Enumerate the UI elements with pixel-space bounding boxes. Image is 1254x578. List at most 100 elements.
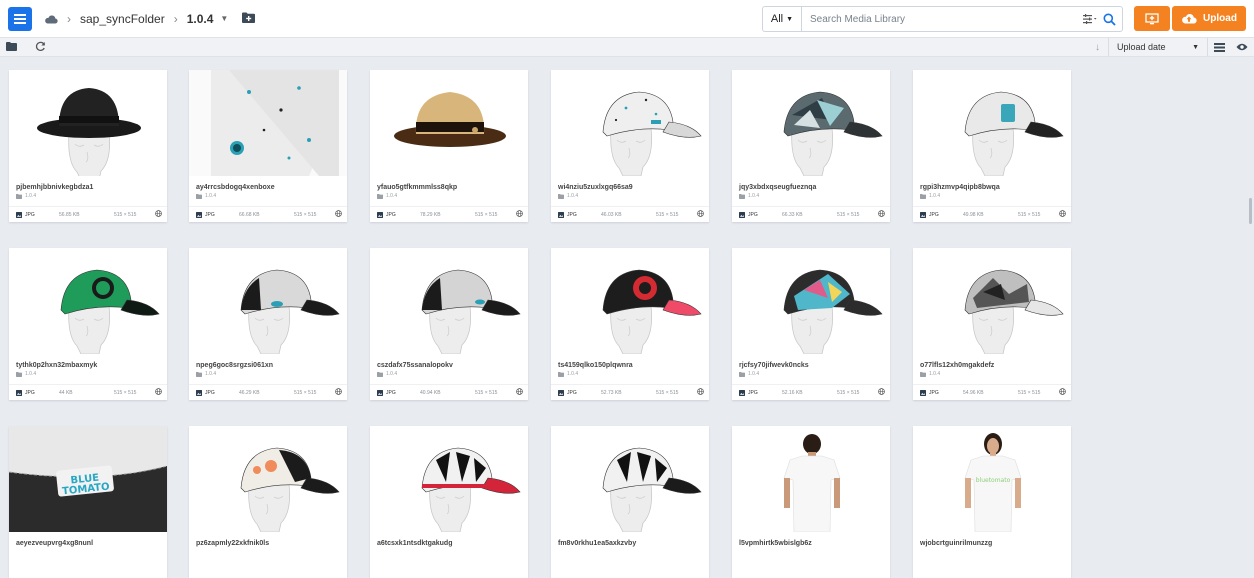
eye-icon[interactable] xyxy=(1230,43,1254,51)
asset-name[interactable]: o77lfls12xh0mgakdefz xyxy=(920,362,994,369)
globe-icon[interactable] xyxy=(155,210,162,219)
globe-icon[interactable] xyxy=(878,210,885,219)
asset-name[interactable]: ay4rrcsbdogq4xenboxe xyxy=(196,184,275,191)
asset-thumbnail[interactable] xyxy=(732,70,890,176)
asset-thumbnail[interactable] xyxy=(913,248,1071,354)
asset-card[interactable]: cszdafx75ssanalopokv 1.0.4 JPG 40.94 KB … xyxy=(370,248,528,400)
asset-thumbnail[interactable]: bluetomato xyxy=(913,426,1071,532)
asset-thumbnail[interactable]: BLUE TOMATO xyxy=(9,426,167,532)
asset-card[interactable]: wi4nziu5zuxlxgq66sa9 1.0.4 JPG 46.03 KB … xyxy=(551,70,709,222)
asset-thumbnail[interactable] xyxy=(189,426,347,532)
asset-dimensions: 515 × 515 xyxy=(114,212,137,218)
asset-name[interactable]: rgpi3hzmvp4qipb8bwqa xyxy=(920,184,1000,191)
asset-type: JPG xyxy=(739,390,758,396)
asset-folder-label: 1.0.4 xyxy=(748,371,760,377)
advanced-filter-button[interactable] xyxy=(1083,14,1099,24)
asset-thumbnail[interactable] xyxy=(732,248,890,354)
asset-name[interactable]: cszdafx75ssanalopokv xyxy=(377,362,453,369)
asset-type: JPG xyxy=(558,390,577,396)
asset-name[interactable]: npeg6goc8srgzsi061xn xyxy=(196,362,273,369)
asset-thumbnail[interactable] xyxy=(370,248,528,354)
present-button[interactable] xyxy=(1134,6,1170,31)
search-filter-dropdown[interactable]: All ▼ xyxy=(763,7,802,31)
refresh-icon[interactable] xyxy=(35,40,46,55)
cloud-icon[interactable] xyxy=(44,14,58,24)
breadcrumb: › sap_syncFolder › 1.0.4 ▼ xyxy=(44,12,256,26)
arrow-down-icon[interactable]: ↓ xyxy=(1095,42,1100,53)
asset-card[interactable]: BLUE TOMATO aeyezveupvrg4xg8nunl xyxy=(9,426,167,578)
search-input[interactable] xyxy=(808,8,1083,30)
sort-label: Upload date xyxy=(1117,42,1166,52)
asset-size: 46.03 KB xyxy=(601,212,622,218)
asset-thumbnail[interactable] xyxy=(551,248,709,354)
asset-card[interactable]: bluetomato wjobcrtguinrilmunzzg xyxy=(913,426,1071,578)
asset-thumbnail[interactable] xyxy=(9,70,167,176)
asset-name[interactable]: rjcfsy70jifwevk0ncks xyxy=(739,362,809,369)
asset-card[interactable]: l5vpmhirtk5wbislgb6z xyxy=(732,426,890,578)
asset-card[interactable]: tythk0p2hxn32mbaxmyk 1.0.4 JPG 44 KB 515… xyxy=(9,248,167,400)
asset-card[interactable]: rjcfsy70jifwevk0ncks 1.0.4 JPG 52.16 KB … xyxy=(732,248,890,400)
asset-card[interactable]: pz6zapmly22xkfnik0ls xyxy=(189,426,347,578)
globe-icon[interactable] xyxy=(1059,388,1066,397)
asset-card[interactable]: ts4159qlko150plqwnra 1.0.4 JPG 52.73 KB … xyxy=(551,248,709,400)
asset-name[interactable]: pjbemhjbbnivkegbdza1 xyxy=(16,184,93,191)
asset-thumbnail[interactable] xyxy=(370,426,528,532)
asset-thumbnail[interactable] xyxy=(189,248,347,354)
asset-card[interactable]: fm8v0rkhu1ea5axkzvby xyxy=(551,426,709,578)
asset-thumbnail[interactable] xyxy=(732,426,890,532)
present-icon xyxy=(1145,12,1159,24)
globe-icon[interactable] xyxy=(878,388,885,397)
breadcrumb-root[interactable]: sap_syncFolder xyxy=(80,12,165,26)
sort-select[interactable]: Upload date ▼ xyxy=(1108,38,1208,56)
globe-icon[interactable] xyxy=(516,210,523,219)
asset-name[interactable]: yfauo5gtfkmmmlss8qkp xyxy=(377,184,457,191)
image-icon xyxy=(558,390,564,396)
asset-type-label: JPG xyxy=(748,390,758,396)
globe-icon[interactable] xyxy=(516,388,523,397)
asset-thumbnail[interactable] xyxy=(370,70,528,176)
asset-type-label: JPG xyxy=(386,212,396,218)
asset-thumbnail[interactable] xyxy=(913,70,1071,176)
menu-button[interactable] xyxy=(8,6,32,31)
asset-card[interactable]: pjbemhjbbnivkegbdza1 1.0.4 JPG 56.85 KB … xyxy=(9,70,167,222)
asset-card[interactable]: rgpi3hzmvp4qipb8bwqa 1.0.4 JPG 49.98 KB … xyxy=(913,70,1071,222)
globe-icon[interactable] xyxy=(1059,210,1066,219)
asset-card[interactable]: jqy3xbdxqseugfueznqa 1.0.4 JPG 66.33 KB … xyxy=(732,70,890,222)
folder-icon xyxy=(16,193,22,199)
asset-thumbnail[interactable] xyxy=(551,70,709,176)
chevron-down-icon[interactable]: ▼ xyxy=(220,14,228,23)
asset-thumbnail[interactable] xyxy=(551,426,709,532)
scrollbar-thumb[interactable] xyxy=(1249,198,1252,224)
list-view-icon[interactable] xyxy=(1208,42,1230,52)
upload-button[interactable]: Upload xyxy=(1172,6,1246,31)
folder-icon[interactable] xyxy=(6,38,17,56)
asset-card[interactable]: o77lfls12xh0mgakdefz 1.0.4 JPG 54.96 KB … xyxy=(913,248,1071,400)
asset-thumbnail[interactable] xyxy=(189,70,347,176)
asset-card[interactable]: a6tcsxk1ntsdktgakudg xyxy=(370,426,528,578)
asset-card[interactable]: yfauo5gtfkmmmlss8qkp 1.0.4 JPG 78.29 KB … xyxy=(370,70,528,222)
asset-name[interactable]: wi4nziu5zuxlxgq66sa9 xyxy=(558,184,633,191)
asset-type: JPG xyxy=(16,212,35,218)
globe-icon[interactable] xyxy=(697,388,704,397)
asset-thumbnail[interactable] xyxy=(9,248,167,354)
asset-name[interactable]: ts4159qlko150plqwnra xyxy=(558,362,633,369)
folder-icon xyxy=(920,371,926,377)
asset-type-label: JPG xyxy=(929,212,939,218)
asset-name[interactable]: jqy3xbdxqseugfueznqa xyxy=(739,184,816,191)
folder-plus-icon[interactable] xyxy=(242,12,256,26)
asset-name[interactable]: tythk0p2hxn32mbaxmyk xyxy=(16,362,97,369)
search-button[interactable] xyxy=(1103,13,1116,26)
asset-card[interactable]: ay4rrcsbdogq4xenboxe 1.0.4 JPG 66.68 KB … xyxy=(189,70,347,222)
breadcrumb-current[interactable]: 1.0.4 xyxy=(187,12,214,26)
asset-type-label: JPG xyxy=(205,390,215,396)
globe-icon[interactable] xyxy=(155,388,162,397)
asset-card[interactable]: npeg6goc8srgzsi061xn 1.0.4 JPG 46.29 KB … xyxy=(189,248,347,400)
globe-icon[interactable] xyxy=(697,210,704,219)
asset-folder-label: 1.0.4 xyxy=(929,371,941,377)
globe-icon[interactable] xyxy=(335,388,342,397)
folder-icon xyxy=(739,193,745,199)
asset-type: JPG xyxy=(920,390,939,396)
asset-folder: 1.0.4 xyxy=(739,193,759,199)
globe-icon[interactable] xyxy=(335,210,342,219)
asset-folder-label: 1.0.4 xyxy=(386,371,398,377)
